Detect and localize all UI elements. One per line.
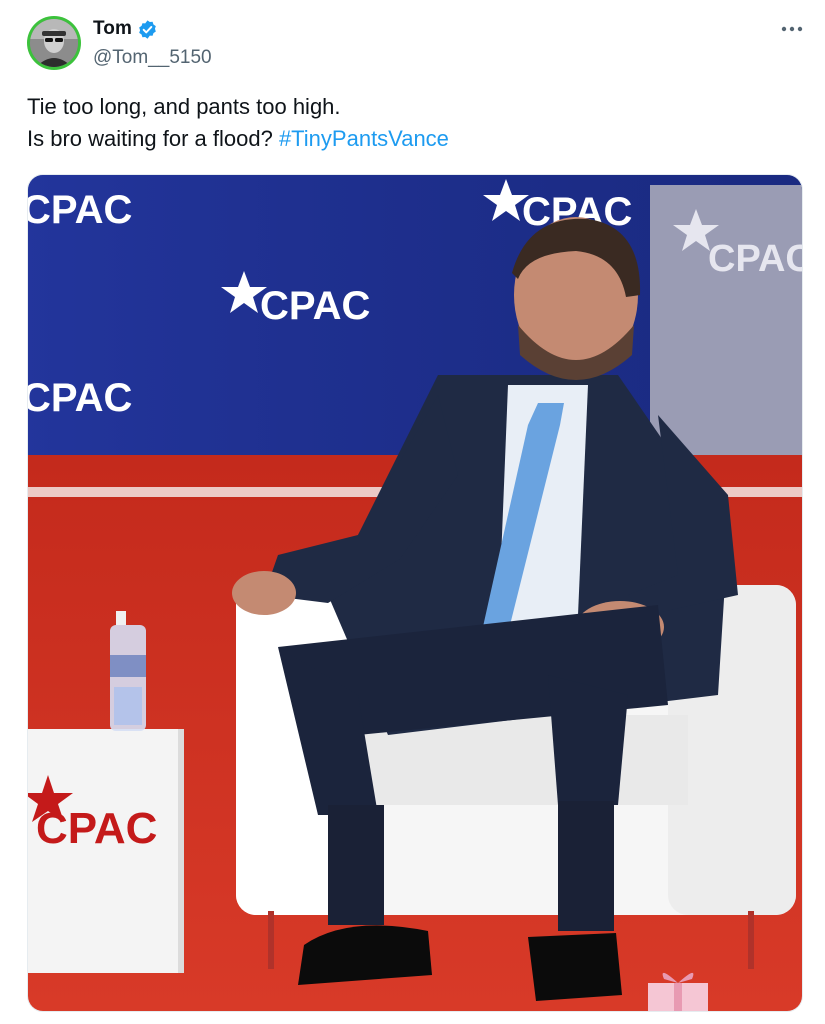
- author-row: Tom: [93, 18, 158, 40]
- post-line-2: Is bro waiting for a flood? #TinyPantsVa…: [27, 123, 797, 155]
- backdrop-logo-2: CPAC: [260, 284, 370, 328]
- user-avatar-icon: [30, 19, 78, 67]
- author-handle[interactable]: @Tom__5150: [93, 47, 212, 69]
- hashtag-link[interactable]: #TinyPantsVance: [279, 126, 449, 151]
- post-line-1: Tie too long, and pants too high.: [27, 94, 341, 119]
- avatar[interactable]: [27, 16, 81, 70]
- verified-badge-icon: [137, 19, 158, 40]
- tweet: Tom @Tom__5150 Tie too long, and pants t…: [0, 0, 825, 1024]
- post-text: Tie too long, and pants too high. Is bro…: [27, 91, 797, 155]
- display-name[interactable]: Tom: [93, 18, 132, 40]
- post-media-photo[interactable]: CPAC CPAC CPAC CPAC CPAC CPAC: [27, 174, 803, 1012]
- backdrop-logo-5: CPAC: [708, 238, 803, 280]
- post-line-2-text: Is bro waiting for a flood?: [27, 126, 273, 151]
- more-horizontal-icon[interactable]: [779, 19, 805, 39]
- backdrop-logo-1: CPAC: [28, 188, 132, 232]
- water-bottle: [110, 611, 146, 731]
- backdrop-logo-4: CPAC: [28, 376, 132, 420]
